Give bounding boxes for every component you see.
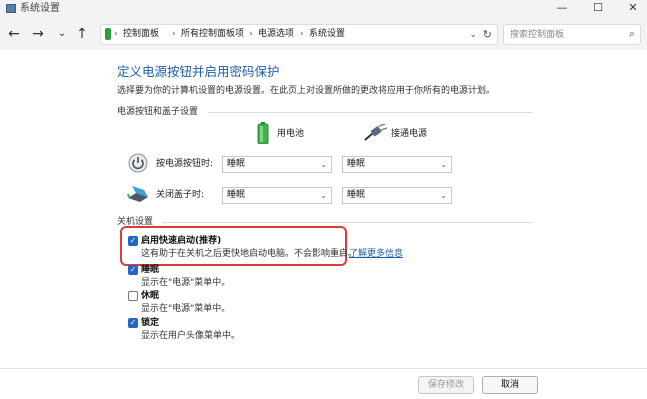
fast-startup-description: 这有助于在关机之后更快地启动电脑。不会影响重启。 [141, 249, 358, 259]
fast-startup-checkbox[interactable]: ✓ [128, 236, 138, 246]
close-lid-plugged-select[interactable]: 睡眠 ⌄ [342, 187, 452, 204]
forward-icon[interactable]: → [30, 25, 46, 43]
plugged-in-column-label: 接通电源 [391, 129, 428, 139]
breadcrumb-system-settings[interactable]: 系统设置 [309, 28, 345, 41]
cancel-button[interactable]: 取消 [482, 376, 538, 394]
lock-label[interactable]: 锁定 [141, 317, 159, 329]
battery-column-label: 用电池 [277, 129, 305, 139]
section-divider [162, 222, 533, 223]
battery-icon [257, 122, 269, 145]
power-plug-icon [364, 123, 388, 142]
search-icon[interactable]: ⌕ [629, 27, 635, 41]
breadcrumb-power-options[interactable]: 电源选项 [258, 28, 294, 41]
recent-locations-dropdown-icon[interactable]: ⌄ [54, 25, 70, 43]
sleep-checkbox[interactable]: ✓ [128, 265, 138, 275]
power-button-plugged-select[interactable]: 睡眠 ⌄ [342, 156, 452, 173]
breadcrumb-separator: › [249, 29, 253, 39]
minimize-button[interactable]: — [548, 0, 576, 16]
hibernate-checkbox[interactable] [128, 291, 138, 301]
page-title: 定义电源按钮并启用密码保护 [117, 64, 280, 79]
select-value: 睡眠 [347, 159, 366, 169]
hibernate-label[interactable]: 休眠 [141, 290, 159, 302]
breadcrumb-separator: › [300, 29, 304, 39]
power-section-title: 电源按钮和盖子设置 [117, 107, 199, 117]
close-lid-battery-select[interactable]: 睡眠 ⌄ [222, 187, 332, 204]
select-value: 睡眠 [347, 190, 366, 200]
back-icon[interactable]: ← [6, 25, 22, 43]
page-description: 选择要为你的计算机设置的电源设置。在此页上对设置所做的更改将应用于你所有的电源计… [117, 86, 496, 96]
refresh-icon[interactable]: ↻ [483, 28, 492, 41]
select-value: 睡眠 [227, 190, 246, 200]
select-value: 睡眠 [227, 159, 246, 169]
navigation-bar: ← → ⌄ ↑ › 控制面板 › 所有控制面板项 › 电源选项 › 系统设置 ⌄… [0, 18, 647, 50]
breadcrumb-separator: › [114, 29, 118, 39]
close-lid-label: 关闭盖子时: [156, 190, 205, 200]
maximize-button[interactable]: ☐ [584, 0, 612, 16]
power-button-battery-select[interactable]: 睡眠 ⌄ [222, 156, 332, 173]
section-divider [208, 112, 533, 113]
close-button[interactable]: ✕ [619, 0, 647, 16]
chevron-down-icon: ⌄ [440, 191, 447, 200]
breadcrumb-all-items[interactable]: 所有控制面板项 [181, 28, 244, 41]
laptop-lid-icon [126, 184, 150, 204]
up-icon[interactable]: ↑ [74, 25, 90, 43]
breadcrumb-separator: › [172, 29, 176, 39]
search-input[interactable]: 搜索控制面板 [510, 29, 564, 41]
search-box[interactable]: 搜索控制面板 ⌕ [503, 24, 641, 45]
save-button[interactable]: 保存修改 [418, 376, 474, 394]
power-button-icon [128, 153, 148, 173]
power-button-label: 按电源按钮时: [156, 159, 214, 169]
sleep-description: 显示在"电源"菜单中。 [141, 278, 231, 288]
breadcrumb-control-panel[interactable]: 控制面板 [123, 28, 159, 41]
chevron-down-icon: ⌄ [320, 191, 327, 200]
hibernate-description: 显示在"电源"菜单中。 [141, 304, 231, 314]
learn-more-link[interactable]: 了解更多信息 [349, 248, 403, 260]
control-panel-icon [6, 4, 16, 13]
title-bar: 系统设置 — ☐ ✕ [0, 0, 647, 18]
chevron-down-icon: ⌄ [440, 160, 447, 169]
address-bar[interactable]: › 控制面板 › 所有控制面板项 › 电源选项 › 系统设置 ⌄ ↻ [100, 24, 498, 45]
address-dropdown-icon[interactable]: ⌄ [469, 29, 477, 41]
sleep-label[interactable]: 睡眠 [141, 264, 159, 276]
control-panel-location-icon [105, 28, 111, 40]
lock-checkbox[interactable]: ✓ [128, 318, 138, 328]
window-title: 系统设置 [20, 3, 60, 14]
lock-description: 显示在用户头像菜单中。 [141, 331, 241, 341]
chevron-down-icon: ⌄ [320, 160, 327, 169]
footer-divider [0, 368, 647, 369]
fast-startup-label[interactable]: 启用快速启动(推荐) [141, 235, 221, 247]
